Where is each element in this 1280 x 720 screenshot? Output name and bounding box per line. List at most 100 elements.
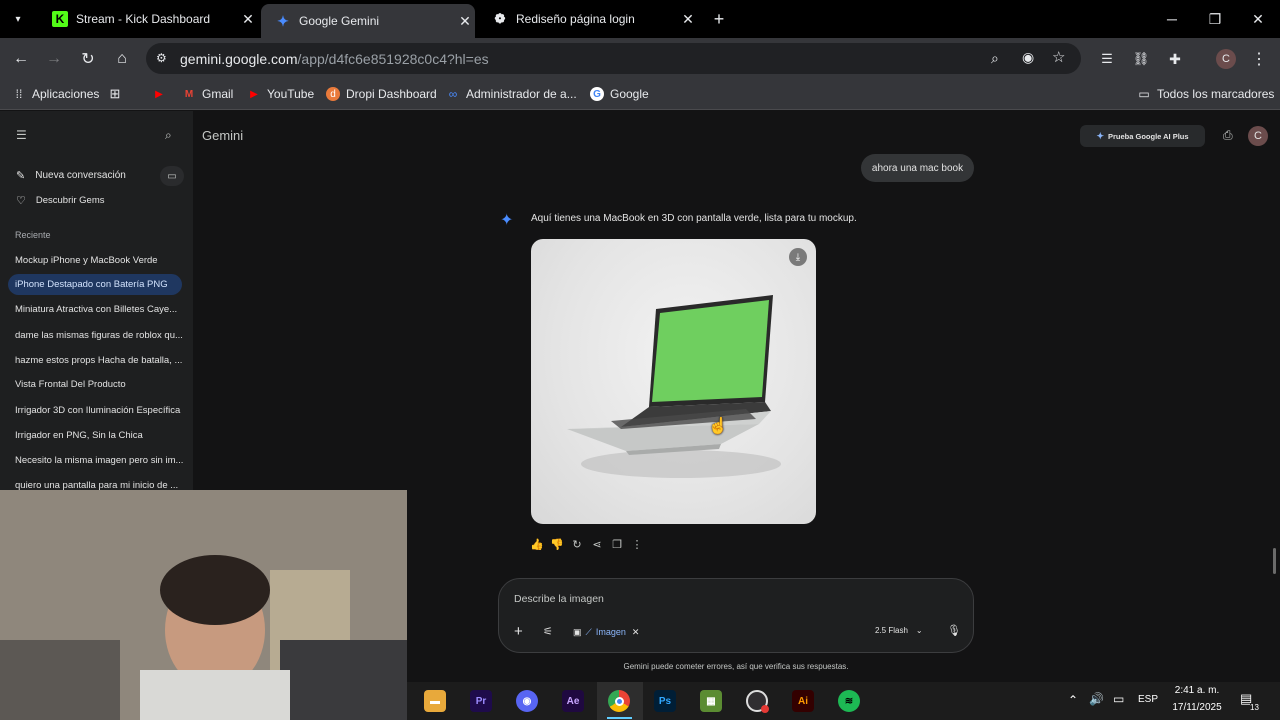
discover-gems-button[interactable]: ♡ Descubrir Gems (16, 194, 105, 207)
tray-chevron-icon[interactable]: ⌃ (1068, 693, 1078, 707)
share-icon[interactable]: ⋖ (590, 537, 604, 551)
image-tool-chip[interactable]: ▣ ⟋ Imagen ✕ (573, 625, 639, 639)
tab-rediseno-login[interactable]: ❁ Rediseño página login ✕ (478, 0, 698, 38)
tools-icon[interactable]: ⚟ (543, 625, 553, 638)
model-selector[interactable]: 2.5 Flash ⌄ (875, 626, 923, 635)
close-tab-icon[interactable]: ✕ (455, 13, 475, 30)
volume-icon[interactable]: 🔊 (1089, 692, 1104, 706)
eye-off-icon[interactable]: ◉ (1022, 49, 1034, 66)
bookmark-youtube-small[interactable]: ▶ (152, 85, 172, 103)
tab-groups-icon[interactable]: ⊞ (108, 85, 128, 103)
illustrator-icon[interactable]: Ai (792, 690, 814, 712)
bookmarks-bar: ⁞⁞ Aplicaciones ⊞ ▶ M Gmail ▶ YouTube d … (0, 79, 1280, 181)
windows-taskbar: ▬ Pr ◉ Ae Ps ▦ Ai ≋ ⌃ 🔊 ▭ ESP 2:41 a. m.… (407, 682, 1280, 720)
gemini-sidebar: ☰ ⌕ ✎ Nueva conversación ▭ ♡ Descubrir G… (0, 111, 193, 491)
zoom-icon[interactable]: ⌕ (991, 50, 999, 67)
sparkle-icon: ✦ (1096, 130, 1104, 141)
openai-icon: ❁ (494, 11, 506, 26)
prompt-input[interactable]: Describe la imagen (514, 593, 604, 605)
menu-kebab-icon[interactable]: ⋮ (1246, 46, 1272, 72)
recent-item[interactable]: Mockup iPhone y MacBook Verde (15, 255, 158, 266)
clock-date[interactable]: 17/11/2025 (1167, 702, 1227, 713)
account-avatar[interactable]: C (1248, 126, 1268, 146)
thumbs-up-icon[interactable]: 👍 (530, 537, 544, 551)
link-extension-icon[interactable]: ⛓ (1128, 46, 1154, 72)
recent-item[interactable]: hazme estos props Hacha de batalla, ... (15, 355, 182, 366)
bookmark-aplicaciones[interactable]: ⁞⁞ Aplicaciones (12, 85, 100, 103)
download-icon[interactable]: ⤓ (789, 248, 807, 266)
google-icon: G (590, 87, 604, 101)
temporary-chat-icon[interactable]: ▭ (160, 166, 184, 186)
hamburger-menu-icon[interactable]: ☰ (16, 128, 27, 142)
notifications-count: 13 (1250, 703, 1259, 712)
restore-button[interactable]: ❐ (1193, 0, 1237, 38)
recent-item[interactable]: Irrigador en PNG, Sin la Chica (15, 430, 143, 441)
file-explorer-icon[interactable]: ▬ (424, 690, 446, 712)
bookmark-gmail[interactable]: M Gmail (182, 85, 234, 103)
minimize-button[interactable]: ─ (1150, 0, 1194, 38)
discord-icon[interactable]: ◉ (516, 690, 538, 712)
network-icon[interactable]: ▭ (1113, 692, 1124, 706)
close-tab-icon[interactable]: ✕ (678, 11, 698, 28)
search-icon[interactable]: ⌕ (165, 128, 172, 143)
profile-avatar[interactable]: C (1213, 46, 1239, 72)
bookmark-dropi[interactable]: d Dropi Dashboard (326, 85, 437, 103)
thumbs-down-icon[interactable]: 👎 (550, 537, 564, 551)
add-attachment-icon[interactable]: + (514, 623, 523, 640)
close-tab-icon[interactable]: ✕ (238, 11, 258, 28)
bookmark-youtube[interactable]: ▶ YouTube (247, 85, 314, 103)
regenerate-icon[interactable]: ↻ (570, 537, 584, 551)
active-indicator (607, 717, 632, 719)
copy-icon[interactable]: ❐ (610, 537, 624, 551)
browser-tab-strip: ▾ K Stream - Kick Dashboard ✕ ✦ Google G… (0, 0, 1280, 38)
scrollbar[interactable] (1273, 548, 1276, 574)
tab-kick-dashboard[interactable]: K Stream - Kick Dashboard ✕ (38, 0, 258, 38)
chevron-down-icon: ⌄ (915, 626, 923, 635)
recent-item-selected[interactable]: iPhone Destapado con Batería PNG (15, 279, 168, 290)
after-effects-icon[interactable]: Ae (562, 690, 584, 712)
gem-icon: ♡ (16, 195, 26, 207)
home-button[interactable]: ⌂ (109, 46, 135, 72)
spotify-icon[interactable]: ≋ (838, 690, 860, 712)
recent-item[interactable]: Irrigador 3D con Iluminación Específica (15, 405, 180, 416)
photoshop-icon[interactable]: Ps (654, 690, 676, 712)
address-bar[interactable]: ⚙ gemini.google.com/app/d4fc6e851928c0c4… (146, 43, 1081, 74)
generated-image[interactable]: ⤓ (531, 239, 816, 524)
minecraft-icon[interactable]: ▦ (700, 690, 722, 712)
site-info-icon[interactable]: ⚙ (156, 51, 167, 65)
all-bookmarks[interactable]: ▭ Todos los marcadores (1137, 85, 1274, 103)
premiere-pro-icon[interactable]: Pr (470, 690, 492, 712)
new-chat-button[interactable]: ✎ Nueva conversación (16, 169, 126, 182)
language-indicator[interactable]: ESP (1138, 694, 1158, 705)
close-window-button[interactable]: ✕ (1236, 0, 1280, 38)
tab-google-gemini[interactable]: ✦ Google Gemini ✕ (261, 4, 475, 38)
bookmark-star-icon[interactable]: ☆ (1052, 48, 1065, 66)
bookmark-administrador[interactable]: ∞ Administrador de a... (446, 85, 577, 103)
recent-item[interactable]: Miniatura Atractiva con Billetes Caye... (15, 304, 177, 315)
macbook-illustration (567, 295, 781, 478)
clock-time[interactable]: 2:41 a. m. (1167, 685, 1227, 696)
forward-button[interactable]: → (41, 46, 67, 72)
new-tab-button[interactable]: + (709, 9, 729, 29)
recent-item[interactable]: Necesito la misma imagen pero sin im... (15, 455, 183, 466)
webcam-overlay (0, 490, 407, 720)
upgrade-button[interactable]: ✦ Prueba Google AI Plus (1080, 125, 1205, 147)
extensions-icon[interactable]: ✚ (1162, 46, 1188, 72)
share-print-icon[interactable]: ⎙ (1223, 128, 1233, 143)
recent-item[interactable]: Vista Frontal Del Producto (15, 379, 126, 390)
microphone-icon[interactable]: 🎙 (947, 624, 961, 637)
reload-button[interactable]: ↻ (75, 46, 101, 72)
reading-list-icon[interactable]: ☰ (1094, 46, 1120, 72)
bookmark-google[interactable]: G Google (590, 85, 649, 103)
obs-icon[interactable] (746, 690, 769, 713)
tab-search-icon[interactable]: ▾ (8, 10, 28, 28)
gemini-title[interactable]: Gemini (202, 128, 243, 143)
mouse-cursor: ☝ (708, 418, 728, 435)
more-options-icon[interactable]: ⋮ (630, 537, 644, 551)
remove-chip-icon[interactable]: ✕ (632, 627, 640, 638)
dropi-icon: d (326, 87, 340, 101)
recent-item[interactable]: dame las mismas figuras de roblox qu... (15, 330, 183, 341)
back-button[interactable]: ← (8, 46, 34, 72)
chrome-icon[interactable] (608, 690, 630, 712)
gemini-sparkle-icon: ✦ (500, 212, 514, 229)
